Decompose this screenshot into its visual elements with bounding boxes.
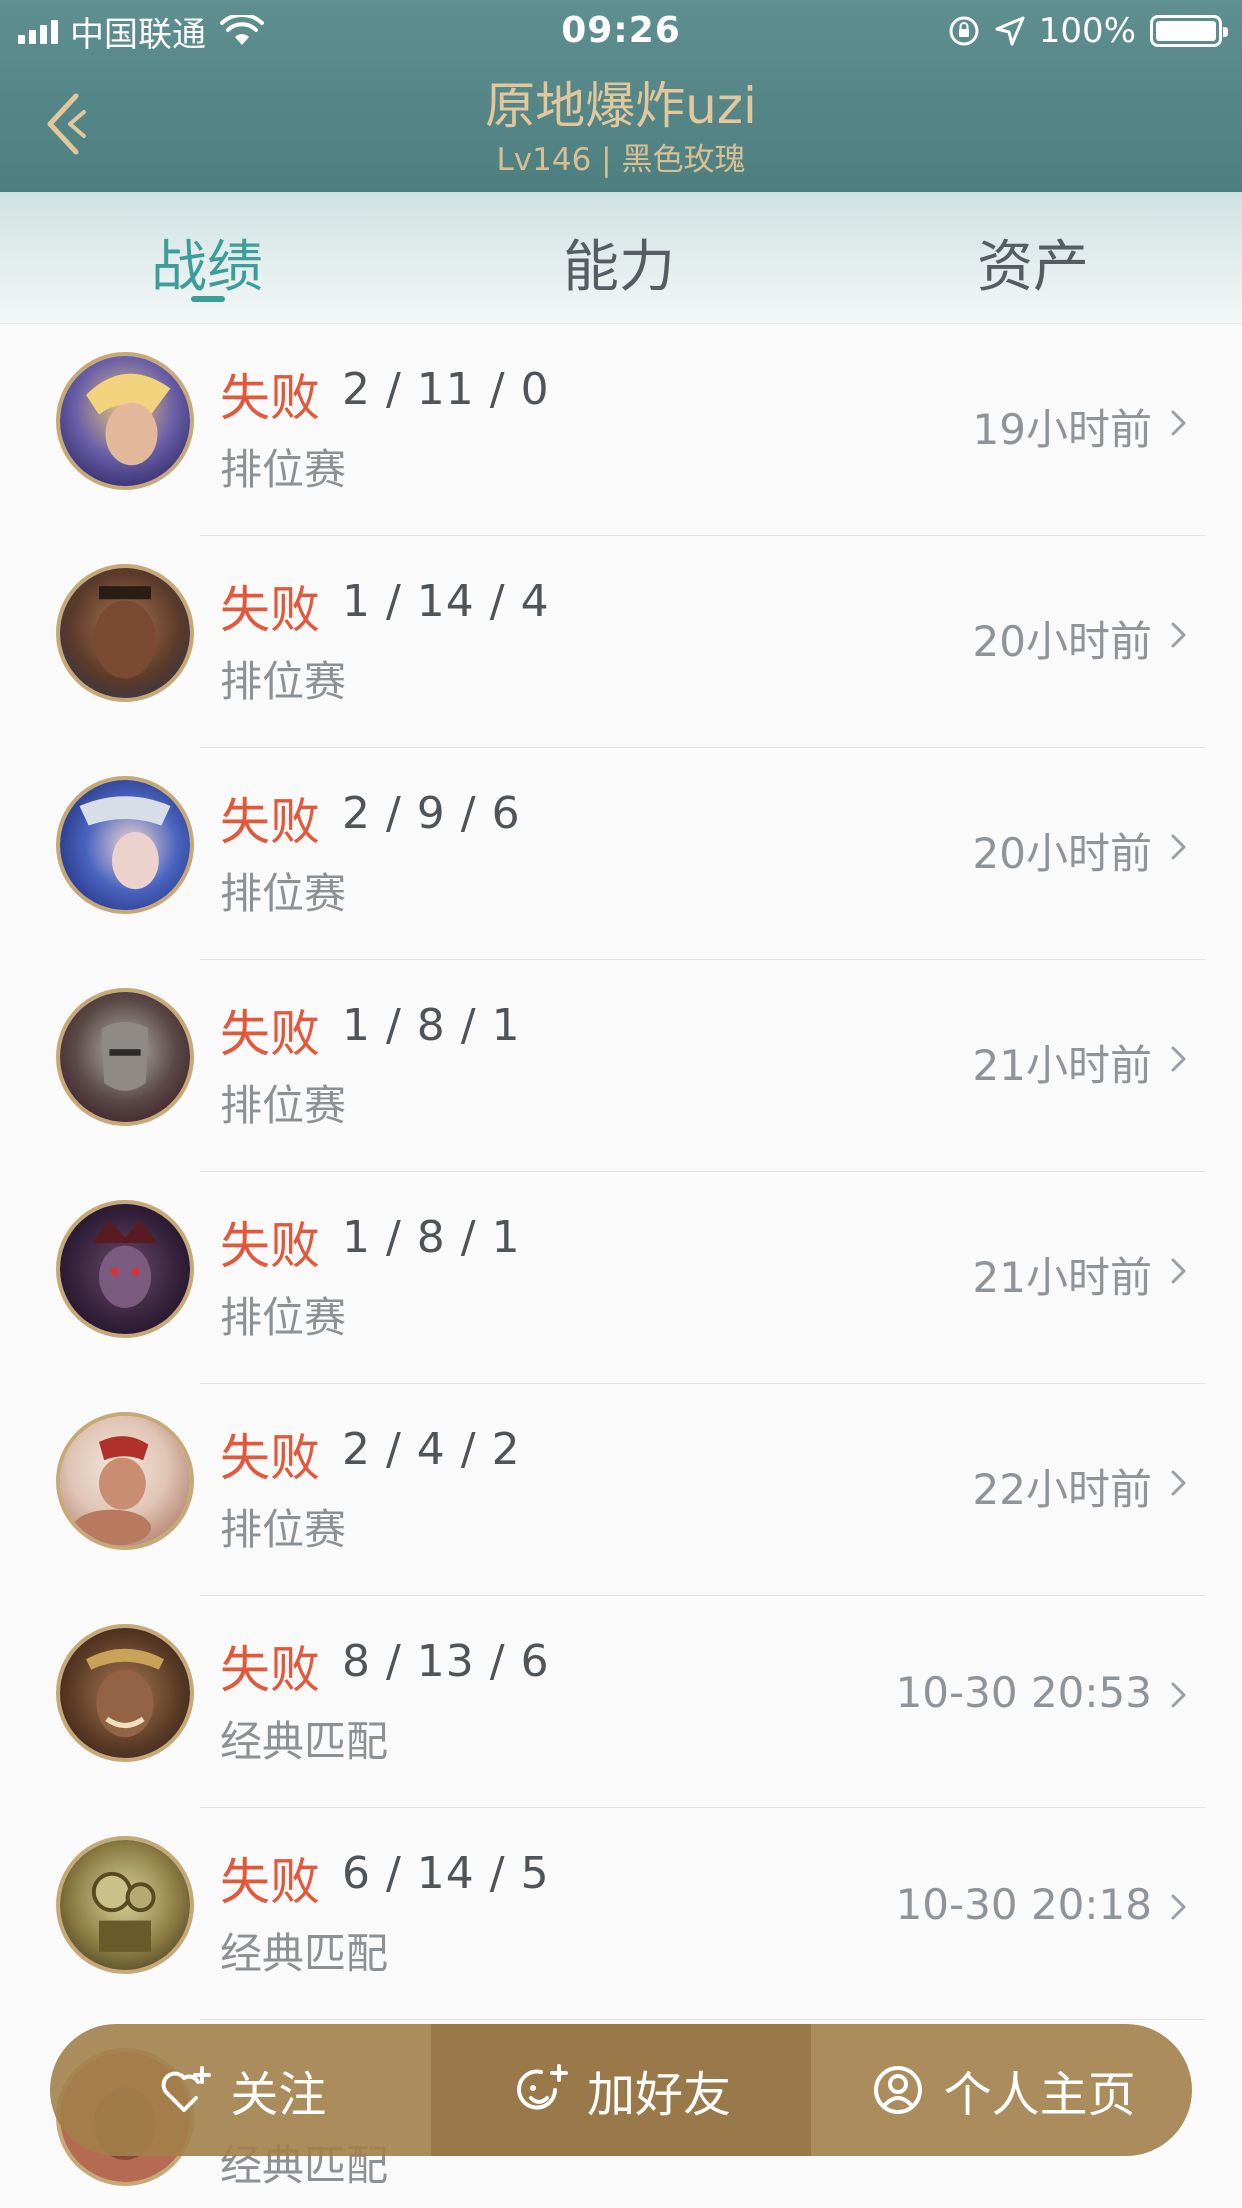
match-mode: 排位赛 (220, 1293, 347, 1342)
match-result: 失败 (220, 793, 320, 851)
match-kda: 2 / 4 / 2 (342, 1424, 521, 1475)
match-result: 失败 (220, 369, 320, 427)
match-row[interactable]: 失败 2 / 9 / 6 排位赛 20小时前 (0, 748, 1242, 960)
action-bar: 关注 加好友 个人主页 (50, 2024, 1192, 2156)
match-mode: 排位赛 (220, 657, 347, 706)
match-time: 20小时前 (972, 829, 1152, 878)
chevron-right-icon (1171, 1046, 1186, 1072)
battery-percentage: 100% (1038, 11, 1136, 51)
battery-icon (1150, 15, 1228, 47)
match-kda: 2 / 11 / 0 (342, 364, 550, 415)
rotation-lock-icon (949, 16, 979, 46)
match-kda: 6 / 14 / 5 (342, 1848, 550, 1899)
header: 中国联通 09:26 100% 原地爆炸uzi Lv146 | 黑色玫瑰 (0, 0, 1242, 192)
tab-record[interactable]: 战绩 (107, 222, 307, 303)
profile-button[interactable]: 个人主页 (811, 2024, 1192, 2156)
status-bar: 中国联通 09:26 100% (0, 0, 1242, 62)
match-row[interactable]: 失败 6 / 14 / 5 经典匹配 10-30 20:18 (0, 1808, 1242, 2020)
profile-label: 个人主页 (943, 2067, 1136, 2123)
player-level-server: Lv146 | 黑色玫瑰 (496, 142, 746, 178)
smile-plus-icon (517, 2064, 568, 2110)
player-name: 原地爆炸uzi (485, 77, 757, 135)
active-tab-indicator (191, 296, 225, 302)
champion-avatar (56, 1836, 194, 1974)
chevron-right-icon (1171, 1894, 1186, 1920)
tab-bar: 战绩 能力 资产 (0, 192, 1242, 324)
match-time: 10-30 20:18 (895, 1880, 1152, 1929)
chevron-right-icon (1171, 1682, 1186, 1708)
champion-avatar (56, 988, 194, 1126)
match-kda: 1 / 14 / 4 (342, 576, 550, 627)
match-mode: 排位赛 (220, 1081, 347, 1130)
match-row[interactable]: 失败 1 / 8 / 1 排位赛 21小时前 (0, 960, 1242, 1172)
match-time: 19小时前 (972, 405, 1152, 454)
match-kda: 1 / 8 / 1 (342, 1212, 521, 1263)
champion-avatar (56, 1624, 194, 1762)
match-time: 21小时前 (972, 1041, 1152, 1090)
match-kda: 1 / 8 / 1 (342, 1000, 521, 1051)
match-mode: 排位赛 (220, 1505, 347, 1554)
match-kda: 2 / 9 / 6 (342, 788, 521, 839)
location-arrow-icon (995, 16, 1025, 46)
match-kda: 8 / 13 / 6 (342, 1636, 550, 1687)
add-friend-button[interactable]: 加好友 (430, 2024, 812, 2156)
match-result: 失败 (220, 1217, 320, 1275)
match-result: 失败 (220, 1641, 320, 1699)
match-mode: 排位赛 (220, 869, 347, 918)
chevron-right-icon (1171, 410, 1186, 436)
follow-label: 关注 (230, 2067, 327, 2123)
follow-button[interactable]: 关注 (50, 2024, 431, 2156)
chevron-right-icon (1171, 622, 1186, 648)
match-mode: 经典匹配 (220, 1717, 389, 1766)
chevron-right-icon (1171, 1470, 1186, 1496)
match-result: 失败 (220, 581, 320, 639)
champion-avatar (56, 564, 194, 702)
match-time: 20小时前 (972, 617, 1152, 666)
match-time: 21小时前 (972, 1253, 1152, 1302)
match-result: 失败 (220, 1429, 320, 1487)
match-time: 22小时前 (972, 1465, 1152, 1514)
tab-ability[interactable]: 能力 (519, 222, 719, 303)
chevron-right-icon (1171, 834, 1186, 860)
chevron-right-icon (1171, 1258, 1186, 1284)
match-row[interactable]: 失败 2 / 11 / 0 排位赛 19小时前 (0, 324, 1242, 536)
champion-avatar (56, 1412, 194, 1550)
match-list: 失败 2 / 11 / 0 排位赛 19小时前 失败 1 / 14 / 4 排位… (0, 324, 1242, 2208)
champion-avatar (56, 776, 194, 914)
champion-avatar (56, 352, 194, 490)
add-friend-label: 加好友 (587, 2067, 732, 2123)
heart-plus-icon (161, 2066, 212, 2112)
match-result: 失败 (220, 1853, 320, 1911)
match-row[interactable]: 失败 2 / 4 / 2 排位赛 22小时前 (0, 1384, 1242, 1596)
user-circle-icon (873, 2066, 922, 2114)
match-mode: 经典匹配 (220, 1929, 389, 1978)
match-result: 失败 (220, 1005, 320, 1063)
match-row[interactable]: 失败 1 / 8 / 1 排位赛 21小时前 (0, 1172, 1242, 1384)
match-time: 10-30 20:53 (895, 1668, 1152, 1717)
match-row[interactable]: 失败 1 / 14 / 4 排位赛 20小时前 (0, 536, 1242, 748)
match-row[interactable]: 失败 8 / 13 / 6 经典匹配 10-30 20:53 (0, 1596, 1242, 1808)
match-mode: 排位赛 (220, 445, 347, 494)
tab-assets[interactable]: 资产 (933, 222, 1133, 303)
champion-avatar (56, 1200, 194, 1338)
